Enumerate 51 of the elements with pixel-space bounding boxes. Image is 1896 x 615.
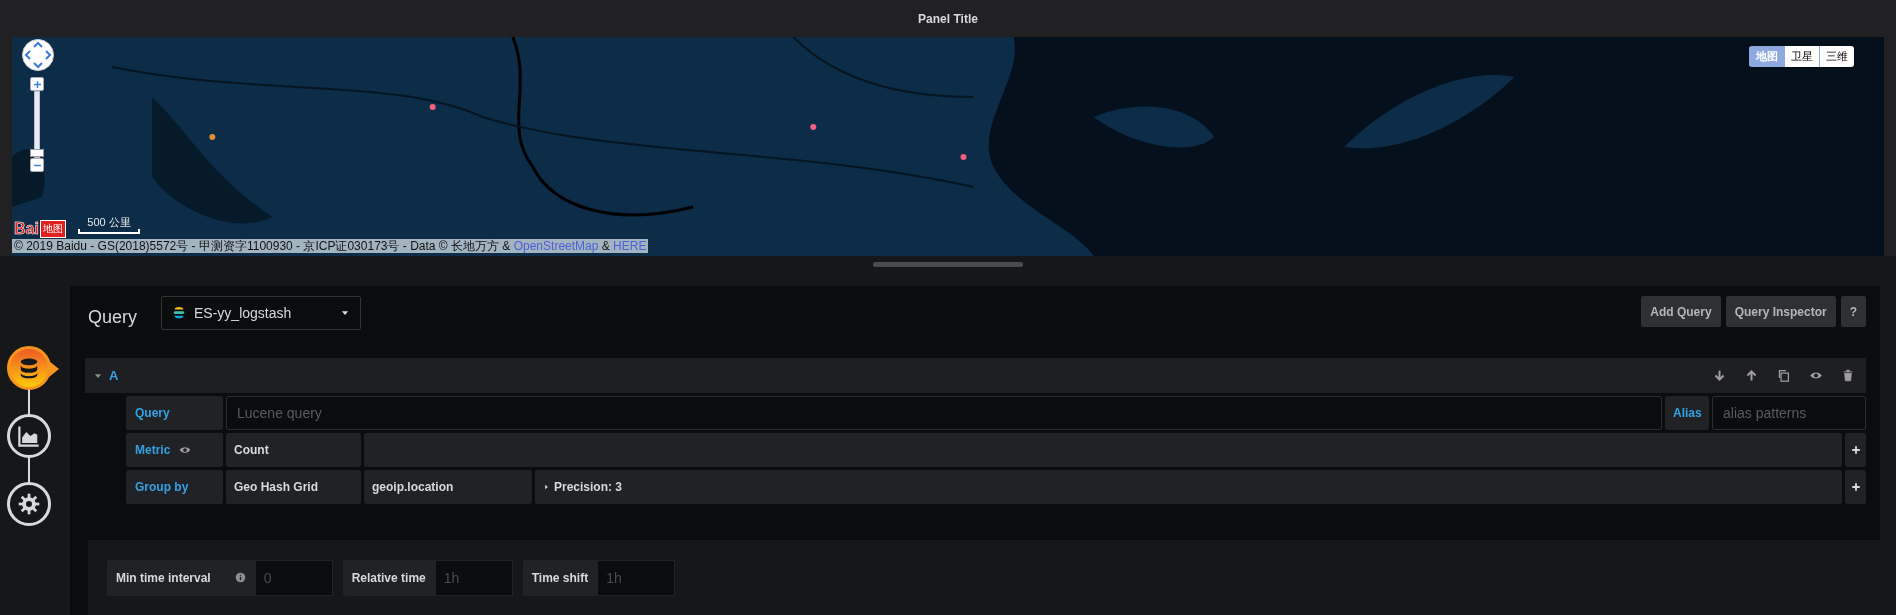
eye-icon bbox=[178, 444, 193, 456]
field-label: Metric bbox=[135, 443, 171, 457]
zoom-in-button[interactable] bbox=[30, 77, 44, 91]
query-input[interactable]: Lucene query bbox=[226, 396, 1662, 430]
panel-title: Panel Title bbox=[918, 11, 978, 26]
query-collapse-toggle[interactable]: A bbox=[93, 368, 119, 383]
map-type-tab[interactable]: 卫星 bbox=[1784, 46, 1819, 67]
add-group-button[interactable] bbox=[1845, 470, 1866, 504]
copy-icon bbox=[1777, 369, 1790, 382]
zoom-slider-thumb[interactable] bbox=[30, 149, 44, 158]
field-select[interactable]: geoip.location bbox=[364, 470, 532, 504]
field-label: Alias bbox=[1665, 396, 1709, 430]
map-logo: Bai 地图 bbox=[14, 220, 66, 238]
field-label: Group by bbox=[126, 470, 223, 504]
map-type-tab[interactable]: 三维 bbox=[1819, 46, 1854, 67]
datasource-icon bbox=[172, 306, 187, 320]
datasource-select[interactable]: ES-yy_logstash bbox=[161, 296, 362, 330]
arrow-up-icon bbox=[1745, 369, 1758, 382]
info-icon bbox=[234, 572, 246, 583]
editor-step-button[interactable] bbox=[7, 414, 51, 458]
aggregation-select[interactable]: Geo Hash Grid bbox=[226, 470, 361, 504]
editor-step-button[interactable] bbox=[7, 482, 51, 526]
alias-input[interactable]: alias patterns bbox=[1712, 396, 1866, 430]
plus-icon bbox=[1850, 445, 1861, 455]
option-input[interactable]: 1h bbox=[434, 559, 513, 596]
scale-label: 500 公里 bbox=[87, 216, 131, 228]
toolbar-button[interactable]: Query Inspector bbox=[1725, 296, 1836, 327]
area-chart-icon bbox=[18, 425, 40, 447]
resize-handle[interactable] bbox=[873, 262, 1023, 267]
toolbar-button[interactable]: ? bbox=[1840, 296, 1866, 327]
scale-bar bbox=[78, 229, 140, 234]
option-label: Time shift bbox=[531, 570, 589, 585]
option-input[interactable]: 1h bbox=[597, 559, 676, 596]
field-label: Query bbox=[126, 396, 223, 430]
metric-type-select[interactable]: Count bbox=[226, 433, 361, 467]
copyright-text: © 2019 Baidu - GS(2018)5572号 - 甲测资字1100930 - 京ICP证030173号 - Data © 长地万方 & OpenStreetMap & HERE bbox=[12, 239, 649, 253]
trash-icon bbox=[1842, 369, 1854, 382]
add-metric-button[interactable] bbox=[1845, 433, 1866, 467]
toolbar-button[interactable]: Add Query bbox=[1641, 296, 1721, 327]
database-icon bbox=[18, 357, 40, 379]
plus-icon bbox=[1850, 482, 1861, 492]
map-pan-icon[interactable] bbox=[22, 39, 54, 71]
option-input[interactable]: 0 bbox=[254, 559, 333, 596]
settings-toggle[interactable]: Precision: 3 bbox=[535, 470, 1842, 504]
zoom-out-button[interactable] bbox=[30, 158, 44, 172]
option-label: Relative time bbox=[351, 570, 426, 585]
query-title: Query bbox=[88, 307, 138, 328]
option-label: Min time interval bbox=[116, 570, 211, 585]
arrow-down-icon bbox=[1713, 369, 1726, 382]
caret-icon bbox=[543, 483, 550, 491]
plus-icon bbox=[32, 79, 42, 89]
